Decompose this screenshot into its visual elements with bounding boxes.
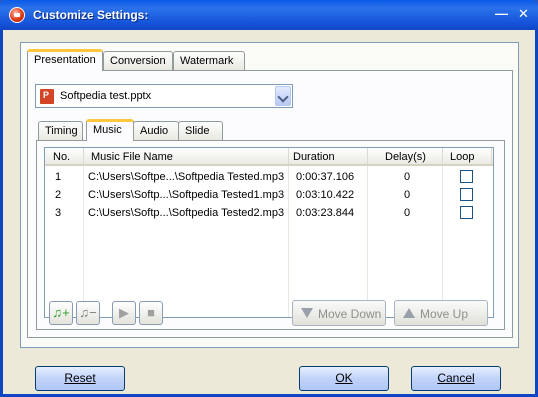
ok-label: OK [335, 371, 353, 385]
column-header-delay[interactable]: Delay(s) [385, 151, 426, 163]
row-number: 1 [55, 171, 62, 183]
presentation-file-select[interactable]: Softpedia test.pptx [35, 84, 293, 108]
move-down-label: Move Down [318, 307, 382, 321]
minimize-button[interactable]: — [491, 6, 512, 24]
column-header-file[interactable]: Music File Name [91, 151, 173, 163]
reset-button[interactable]: Reset [35, 366, 125, 391]
add-music-button[interactable]: ♫+ [49, 301, 73, 325]
play-button[interactable]: ▶ [112, 301, 136, 325]
duration-value: 0:00:37.106 [296, 171, 355, 183]
column-header-duration[interactable]: Duration [293, 151, 335, 163]
loop-checkbox[interactable] [460, 170, 473, 183]
music-file-list[interactable]: No. Music File Name Duration Delay(s) Lo… [44, 147, 494, 318]
list-header: No. Music File Name Duration Delay(s) Lo… [45, 148, 493, 166]
delay-value[interactable]: 0 [404, 189, 410, 201]
row-number: 3 [55, 207, 62, 219]
table-row[interactable]: 1 C:\Users\Softpe...\Softpedia Tested.mp… [45, 168, 493, 186]
column-header-no[interactable]: No. [53, 151, 70, 163]
stop-icon: ■ [147, 305, 155, 320]
tab-timing[interactable]: Timing [38, 121, 83, 141]
cancel-label: Cancel [437, 371, 475, 385]
column-header-loop[interactable]: Loop [450, 151, 474, 163]
title-bar[interactable]: Customize Settings: — ✕ [0, 0, 538, 30]
stop-button[interactable]: ■ [139, 301, 163, 325]
row-number: 2 [55, 189, 62, 201]
tab-presentation[interactable]: Presentation [27, 49, 103, 71]
tab-audio[interactable]: Audio [133, 121, 179, 141]
tab-slide[interactable]: Slide [178, 121, 223, 141]
table-row[interactable]: 2 C:\Users\Softp...\Softpedia Tested1.mp… [45, 186, 493, 204]
column-separator[interactable] [83, 148, 84, 164]
selected-file-name: Softpedia test.pptx [60, 90, 152, 102]
loop-checkbox[interactable] [460, 206, 473, 219]
tab-conversion[interactable]: Conversion [103, 51, 173, 71]
cancel-button[interactable]: Cancel [411, 366, 501, 391]
delay-value[interactable]: 0 [404, 171, 410, 183]
column-separator[interactable] [442, 148, 443, 164]
column-separator[interactable] [288, 148, 289, 164]
music-file-name: C:\Users\Softp...\Softpedia Tested2.mp3 [88, 207, 285, 219]
delay-value[interactable]: 0 [404, 207, 410, 219]
powerpoint-file-icon [40, 89, 54, 104]
music-file-name: C:\Users\Softpe...\Softpedia Tested.mp3 [88, 171, 285, 183]
chevron-down-icon[interactable] [275, 86, 291, 106]
tab-music[interactable]: Music [86, 119, 134, 141]
move-up-button[interactable]: Move Up [394, 300, 488, 326]
app-icon [9, 7, 25, 23]
reset-label: Reset [64, 371, 96, 385]
duration-value: 0:03:23.844 [296, 207, 355, 219]
column-separator[interactable] [491, 148, 492, 164]
arrow-up-icon [403, 308, 415, 318]
close-button[interactable]: ✕ [513, 6, 534, 24]
move-up-label: Move Up [420, 307, 469, 321]
settings-window: Customize Settings: — ✕ Presentation Con… [0, 0, 538, 397]
column-separator[interactable] [367, 148, 368, 164]
music-remove-icon: ♫− [79, 305, 97, 320]
music-file-name: C:\Users\Softp...\Softpedia Tested1.mp3 [88, 189, 285, 201]
loop-checkbox[interactable] [460, 188, 473, 201]
table-row[interactable]: 3 C:\Users\Softp...\Softpedia Tested2.mp… [45, 204, 493, 222]
music-add-icon: ♫+ [52, 305, 70, 320]
dialog-client-area: Presentation Conversion Watermark Softpe… [3, 30, 535, 394]
remove-music-button[interactable]: ♫− [76, 301, 100, 325]
tab-watermark[interactable]: Watermark [173, 51, 245, 71]
arrow-down-icon [301, 308, 313, 318]
ok-button[interactable]: OK [299, 366, 389, 391]
move-down-button[interactable]: Move Down [292, 300, 386, 326]
duration-value: 0:03:10.422 [296, 189, 355, 201]
window-title: Customize Settings: [33, 8, 149, 22]
play-icon: ▶ [119, 305, 129, 320]
